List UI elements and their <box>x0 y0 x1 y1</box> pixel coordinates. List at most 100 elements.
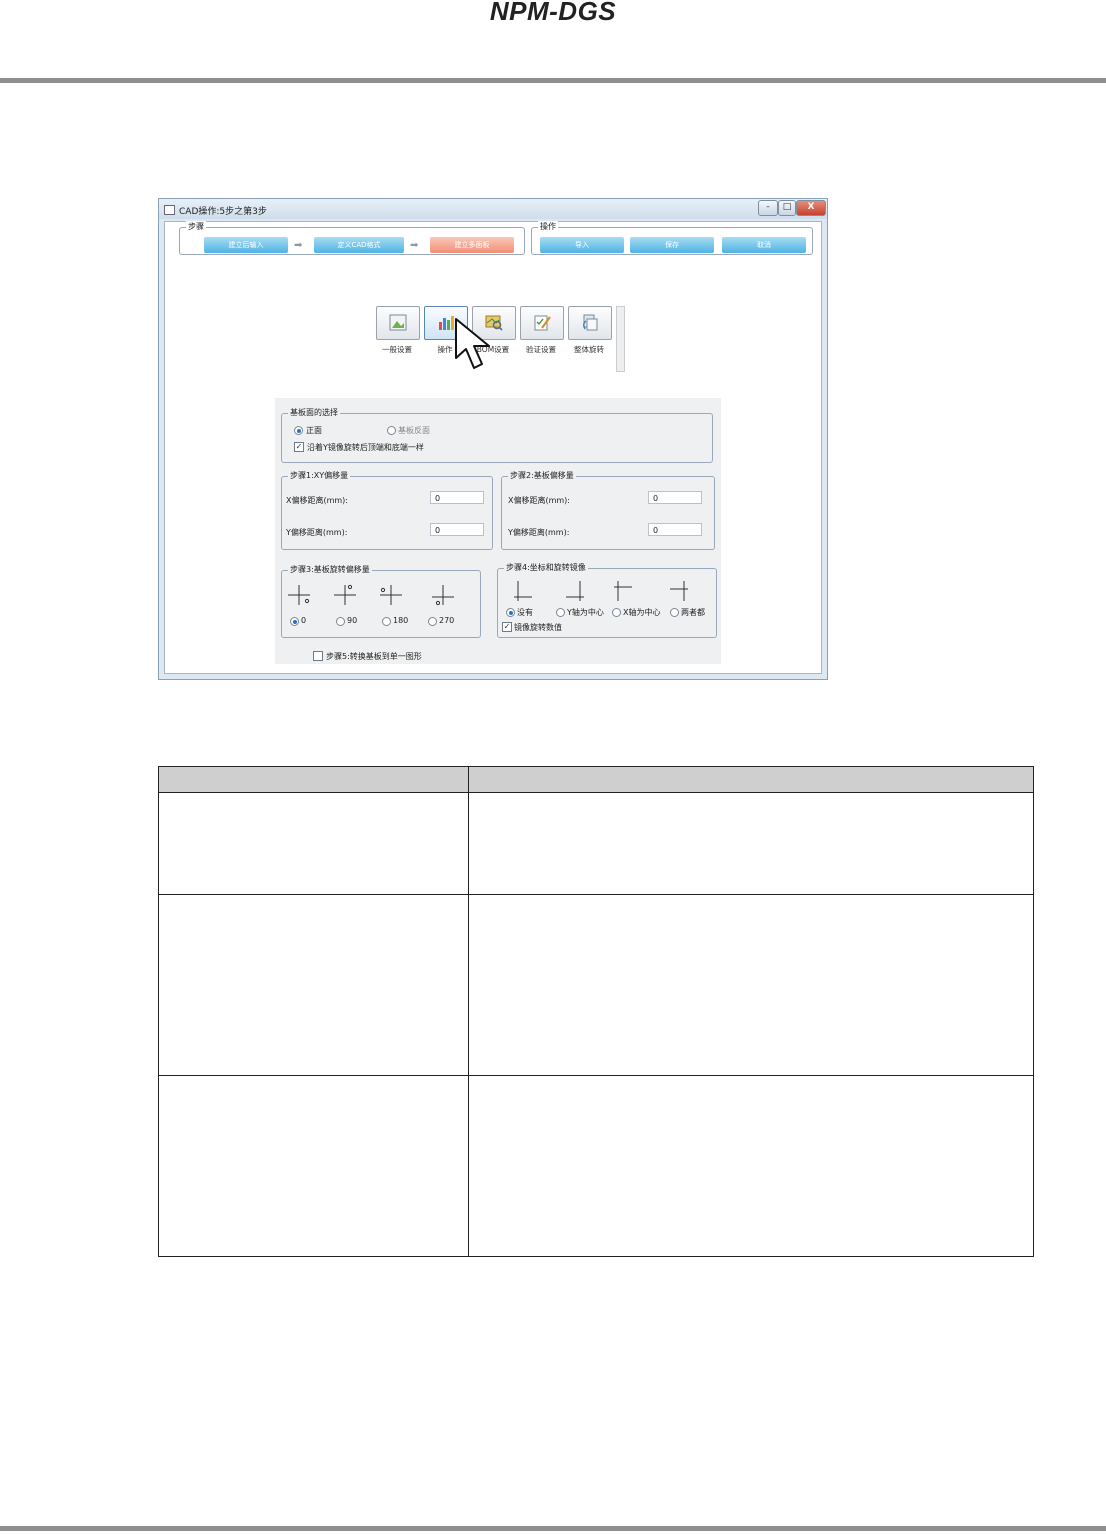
step5-checkbox[interactable] <box>313 651 323 661</box>
step2-label: 步骤2:基板偏移量 <box>508 470 576 481</box>
toolbar-scrollbar[interactable] <box>616 306 625 372</box>
mirror-rotation-value-label: 镜像旋转数值 <box>514 623 562 632</box>
steps-group-label: 步骤 <box>186 221 206 232</box>
rotation-0-label: 0 <box>301 616 307 625</box>
step1-y-label: Y偏移距离(mm): <box>286 528 348 537</box>
overall-rotation-tool[interactable] <box>568 306 612 340</box>
step3-label: 步骤3:基板旋转偏移量 <box>288 564 372 575</box>
header-rule <box>0 78 1106 83</box>
dialog-titlebar: CAD操作:5步之第3步 - □ X <box>159 199 827 219</box>
mirror-y-axis-label: Y轴为中心 <box>567 608 604 617</box>
mirror-rotation-value-checkbox[interactable]: ✓ <box>502 622 512 632</box>
step2-y-label: Y偏移距离(mm): <box>508 528 570 537</box>
mirror-x-axis-label: X轴为中心 <box>623 608 661 617</box>
rotation-0-radio[interactable] <box>290 617 299 626</box>
back-side-radio[interactable] <box>387 426 396 435</box>
checklist-edit-icon <box>534 315 551 331</box>
actions-group-label: 操作 <box>538 221 558 232</box>
step1-group: 步骤1:XY偏移量 X偏移距离(mm): 0 Y偏移距离(mm): 0 <box>281 470 493 550</box>
dialog-client-area: 步骤 建立后输入 ➡ 定义CAD格式 ➡ 建立多面板 操作 导入 保存 取消 一… <box>164 221 822 674</box>
rotation-270-icon <box>432 585 454 606</box>
step4-label: 步骤4:坐标和旋转镜像 <box>504 562 588 573</box>
tool-label-general-settings: 一般设置 <box>382 345 412 354</box>
table-cell <box>468 894 1034 1076</box>
step1-label: 步骤1:XY偏移量 <box>288 470 351 481</box>
mirror-x-axis-radio[interactable] <box>612 608 621 617</box>
board-side-label: 基板面的选择 <box>288 407 340 418</box>
step2-x-label: X偏移距离(mm): <box>508 496 571 505</box>
step5-label: 步骤5:转换基板到单一图形 <box>326 652 422 661</box>
table-row <box>158 792 1034 895</box>
mirror-both-icon <box>670 581 688 601</box>
step2-group: 步骤2:基板偏移量 X偏移距离(mm): 0 Y偏移距离(mm): 0 <box>501 470 715 550</box>
rotation-180-radio[interactable] <box>382 617 391 626</box>
back-side-label: 基板反面 <box>398 426 430 435</box>
mirror-both-label: 两者都 <box>681 608 705 617</box>
mirror-none-label: 没有 <box>517 608 533 617</box>
step1-x-input[interactable]: 0 <box>430 491 484 504</box>
table-row <box>158 894 1034 1076</box>
tool-label-overall-rotation: 整体旋转 <box>574 345 604 354</box>
step2-x-input[interactable]: 0 <box>648 491 702 504</box>
rotation-180-label: 180 <box>393 616 409 625</box>
front-side-label: 正面 <box>306 426 322 435</box>
rotation-90-label: 90 <box>347 616 358 625</box>
maximize-button[interactable]: □ <box>778 200 796 216</box>
footer-rule <box>0 1526 1106 1531</box>
dialog-title: CAD操作:5步之第3步 <box>179 207 267 217</box>
tool-label-verify-settings: 验证设置 <box>526 345 556 354</box>
rotate-icon <box>583 314 598 331</box>
table-header-row <box>158 766 1034 793</box>
import-button[interactable]: 导入 <box>540 237 624 253</box>
mirror-y-checkbox[interactable]: ✓ <box>294 442 304 452</box>
mirror-none-radio[interactable] <box>506 608 515 617</box>
actions-group: 操作 导入 保存 取消 <box>531 221 813 255</box>
image-settings-icon <box>389 314 407 331</box>
front-side-radio[interactable] <box>294 426 303 435</box>
step-arrow-icon: ➡ <box>410 240 419 251</box>
mirror-y-axis-icon <box>566 581 584 601</box>
table-header-cell <box>158 766 469 793</box>
step3-group: 步骤3:基板旋转偏移量 0 90 180 270 <box>281 564 481 638</box>
step-button-build-multi-panel[interactable]: 建立多面板 <box>430 237 514 253</box>
minimize-button[interactable]: - <box>758 200 778 216</box>
mirror-none-icon <box>514 581 532 601</box>
cad-dialog-window: CAD操作:5步之第3步 - □ X 步骤 建立后输入 ➡ 定义CAD格式 ➡ … <box>158 198 828 680</box>
table-cell <box>158 792 469 895</box>
description-table <box>158 766 1034 1257</box>
step1-y-input[interactable]: 0 <box>430 523 484 536</box>
steps-group: 步骤 建立后输入 ➡ 定义CAD格式 ➡ 建立多面板 <box>179 221 525 255</box>
rotation-90-icon <box>334 584 356 605</box>
save-button[interactable]: 保存 <box>630 237 714 253</box>
app-icon <box>164 205 175 215</box>
step2-y-input[interactable]: 0 <box>648 523 702 536</box>
step-arrow-icon: ➡ <box>294 240 303 251</box>
rotation-90-radio[interactable] <box>336 617 345 626</box>
step-button-build-input[interactable]: 建立后输入 <box>204 237 288 253</box>
board-side-group: 基板面的选择 正面 基板反面 ✓ 沿着Y镜像旋转后顶端和底端一样 <box>281 407 713 463</box>
mirror-y-label: 沿着Y镜像旋转后顶端和底端一样 <box>307 443 424 452</box>
table-cell <box>468 1075 1034 1257</box>
settings-panel: 基板面的选择 正面 基板反面 ✓ 沿着Y镜像旋转后顶端和底端一样 步骤1:XY偏… <box>275 398 721 664</box>
mirror-both-radio[interactable] <box>670 608 679 617</box>
table-cell <box>158 894 469 1076</box>
rotation-0-icon <box>288 585 310 605</box>
step1-x-label: X偏移距离(mm): <box>286 496 349 505</box>
verify-settings-tool[interactable] <box>520 306 564 340</box>
general-settings-tool[interactable] <box>376 306 420 340</box>
mirror-x-axis-icon <box>614 581 632 601</box>
step-button-define-cad-format[interactable]: 定义CAD格式 <box>314 237 404 253</box>
close-button[interactable]: X <box>796 200 826 216</box>
rotation-270-radio[interactable] <box>428 617 437 626</box>
table-header-cell <box>468 766 1034 793</box>
step4-group: 步骤4:坐标和旋转镜像 没有 Y轴为中心 X轴为中心 两者都 ✓ 镜像旋转数值 <box>497 562 717 638</box>
cancel-button[interactable]: 取消 <box>722 237 806 253</box>
table-cell <box>158 1075 469 1257</box>
table-row <box>158 1075 1034 1257</box>
rotation-270-label: 270 <box>439 616 455 625</box>
mouse-cursor-icon <box>455 318 490 369</box>
table-cell <box>468 792 1034 895</box>
mirror-y-axis-radio[interactable] <box>556 608 565 617</box>
rotation-180-icon <box>380 585 402 605</box>
document-header-title: NPM-DGS <box>489 0 617 26</box>
